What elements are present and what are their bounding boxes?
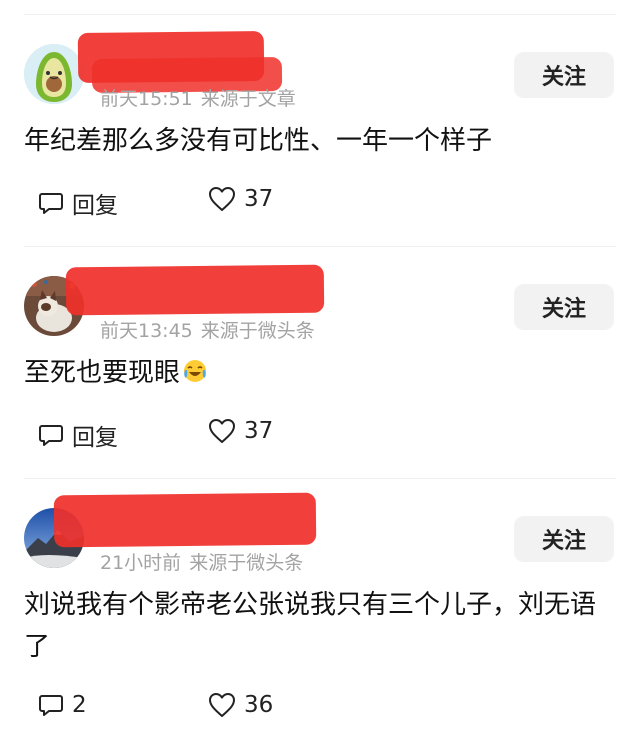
like-count: 36 (244, 692, 274, 718)
reply-button[interactable]: 回复 (38, 418, 118, 452)
redacted-username (53, 492, 317, 548)
like-button[interactable]: 37 (208, 186, 273, 212)
comment-time: 21小时前 (100, 552, 182, 574)
comment-divider (24, 246, 616, 247)
heart-icon (209, 187, 235, 211)
reply-count: 2 (72, 692, 87, 718)
comment-time: 前天15:51 (100, 88, 193, 110)
comment-divider (24, 478, 616, 479)
like-button[interactable]: 36 (208, 692, 273, 718)
comment-meta: 前天15:51 来源于文章 (100, 84, 296, 111)
comment-text-container: 至死也要现眼 (24, 352, 616, 394)
comment-source: 来源于微头条 (189, 552, 304, 574)
comment-bubble-icon (39, 695, 63, 716)
comment-bubble-icon (39, 193, 63, 214)
comment-source: 来源于文章 (200, 88, 296, 110)
follow-button[interactable]: 关注 (514, 52, 614, 98)
top-divider (24, 14, 616, 15)
comment-time: 前天13:45 (100, 320, 193, 342)
like-count: 37 (244, 186, 274, 212)
redacted-username (65, 264, 325, 316)
follow-button[interactable]: 关注 (514, 284, 614, 330)
heart-icon (209, 419, 235, 443)
comment-text: 至死也要现眼 (24, 358, 181, 388)
reply-label: 回复 (72, 425, 118, 451)
avatar[interactable] (24, 44, 84, 104)
comment-bubble-icon (39, 425, 63, 446)
like-button[interactable]: 37 (208, 418, 273, 444)
reply-button[interactable]: 2 (38, 692, 87, 718)
comment-meta: 21小时前 来源于微头条 (100, 548, 303, 575)
comment-text: 刘说我有个影帝老公张说我只有三个儿子，刘无语了 (24, 590, 597, 662)
comment-meta: 前天13:45 来源于微头条 (100, 316, 315, 343)
laughing-crying-emoji-icon (184, 360, 207, 382)
reply-button[interactable]: 回复 (38, 186, 118, 220)
follow-button[interactable]: 关注 (514, 516, 614, 562)
avocado-avatar-icon (24, 44, 84, 104)
comment-source: 来源于微头条 (200, 320, 315, 342)
comment-text: 年纪差那么多没有可比性、一年一个样子 (24, 126, 493, 156)
reply-label: 回复 (72, 193, 118, 219)
like-count: 37 (244, 418, 274, 444)
heart-icon (209, 693, 235, 717)
